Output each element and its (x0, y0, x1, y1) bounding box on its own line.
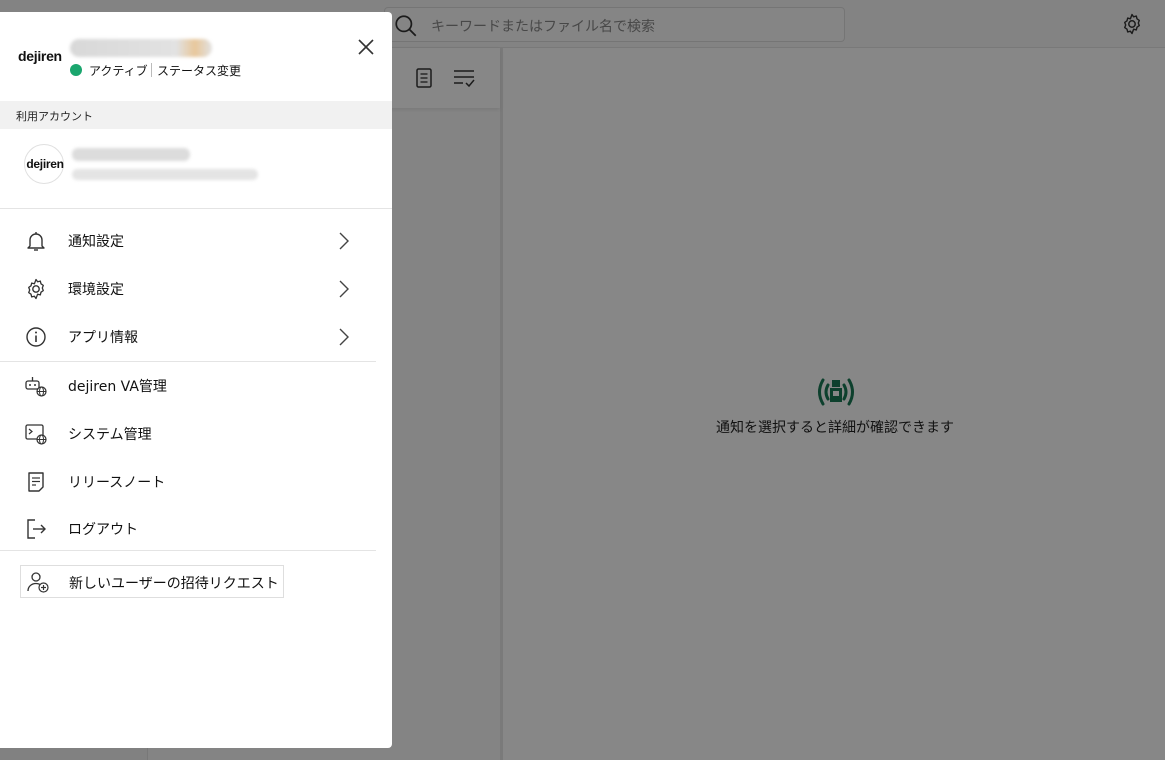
robot-globe-icon (25, 377, 47, 397)
menu-item-release-notes[interactable]: リリースノート (0, 459, 376, 505)
status-divider (151, 63, 152, 77)
menu-item-notification-settings[interactable]: 通知設定 (0, 218, 376, 264)
menu-item-system-management[interactable]: システム管理 (0, 411, 376, 457)
invite-user-request-button[interactable]: 新しいユーザーの招待リクエスト (20, 565, 284, 598)
account-avatar-text: dejiren (26, 157, 64, 171)
invite-label: 新しいユーザーの招待リクエスト (69, 576, 279, 592)
menu-label: リリースノート (68, 475, 166, 491)
menu-item-app-info[interactable]: アプリ情報 (0, 314, 376, 360)
menu-label: 通知設定 (68, 234, 124, 250)
chevron-right-icon (339, 280, 349, 298)
accounts-section-title: 利用アカウント (16, 110, 93, 123)
menu-label: システム管理 (68, 427, 152, 443)
bell-icon (27, 232, 45, 251)
document-icon (28, 472, 44, 492)
terminal-globe-icon (25, 424, 47, 445)
account-avatar: dejiren (24, 144, 64, 184)
menu-item-preferences[interactable]: 環境設定 (0, 266, 376, 312)
accounts-section-header: 利用アカウント (0, 101, 392, 129)
brand-logo: dejiren (18, 48, 62, 64)
change-status-link[interactable]: ステータス変更 (157, 62, 241, 79)
menu-item-va-management[interactable]: dejiren VA管理 (0, 363, 376, 409)
add-user-icon (27, 572, 49, 593)
logout-icon (27, 519, 46, 539)
menu-divider (0, 550, 376, 551)
menu-divider (0, 361, 376, 362)
account-name-blurred (72, 148, 190, 161)
user-name-blurred (70, 39, 212, 57)
menu-item-logout[interactable]: ログアウト (0, 506, 376, 552)
menu-label: アプリ情報 (68, 330, 138, 346)
chevron-right-icon (339, 328, 349, 346)
account-menu-panel: dejiren アクティブ ステータス変更 利用アカウント dejiren 通知… (0, 12, 392, 748)
close-icon[interactable] (354, 35, 378, 59)
status-dot (70, 64, 82, 76)
menu-label: ログアウト (68, 522, 138, 538)
account-item[interactable]: dejiren (0, 129, 392, 209)
menu-label: 環境設定 (68, 282, 124, 298)
menu-label: dejiren VA管理 (68, 379, 167, 395)
status-label: アクティブ (89, 64, 148, 78)
account-email-blurred (72, 169, 258, 180)
chevron-right-icon (339, 232, 349, 250)
gear-icon (28, 278, 44, 300)
info-icon (26, 327, 46, 347)
